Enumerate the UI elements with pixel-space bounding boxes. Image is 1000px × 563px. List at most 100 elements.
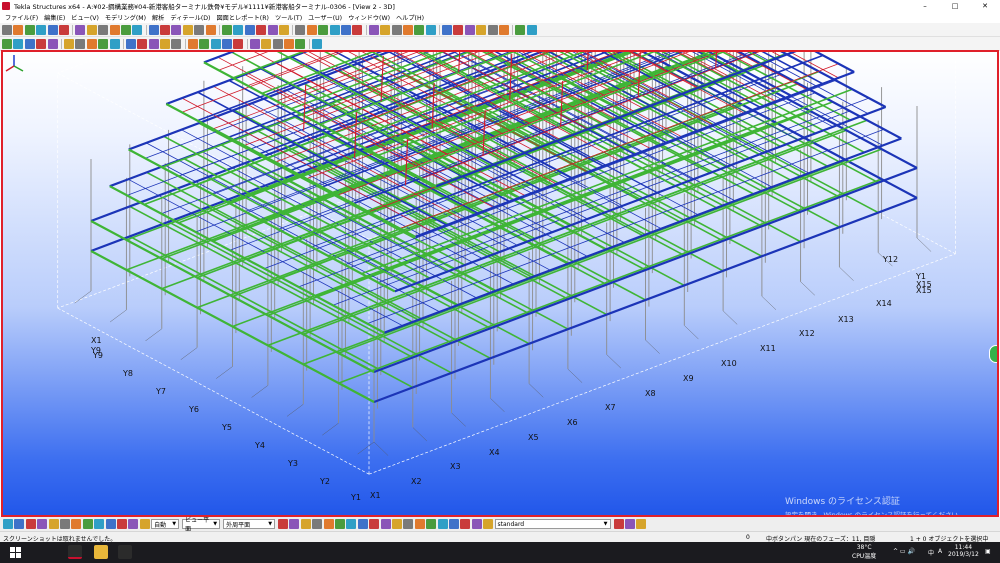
modeling-tool-icon-26[interactable]	[311, 38, 322, 49]
modeling-tool-icon-8[interactable]	[86, 38, 97, 49]
main-tool-icon-18[interactable]	[205, 24, 216, 35]
select-tool-icon-13[interactable]	[139, 519, 150, 529]
menu-window[interactable]: ウィンドウ(W)	[345, 13, 393, 22]
select-tool-icon-12[interactable]	[128, 519, 139, 529]
main-tool-icon-43[interactable]	[515, 24, 526, 35]
modeling-tool-icon-7[interactable]	[75, 38, 86, 49]
main-tool-icon-17[interactable]	[194, 24, 205, 35]
select-tool-icon-10[interactable]	[105, 519, 116, 529]
notification-icon[interactable]: ▣	[985, 548, 991, 555]
modeling-tool-icon-2[interactable]	[13, 38, 24, 49]
snap-tool-icon-1[interactable]	[278, 519, 289, 529]
snap-tool-icon-13[interactable]	[414, 519, 425, 529]
select-tool-icon-5[interactable]	[48, 519, 59, 529]
menu-help[interactable]: ヘルプ(H)	[393, 13, 427, 22]
main-tool-icon-32[interactable]	[380, 24, 391, 35]
main-tool-icon-42[interactable]	[499, 24, 510, 35]
main-tool-icon-1[interactable]	[2, 24, 12, 35]
filter-select[interactable]: standard ▼	[494, 519, 611, 529]
main-tool-icon-31[interactable]	[368, 24, 379, 35]
main-tool-icon-3[interactable]	[24, 24, 35, 35]
main-tool-icon-25[interactable]	[295, 24, 306, 35]
snap-tool-icon-8[interactable]	[357, 519, 368, 529]
modeling-tool-icon-11[interactable]	[125, 38, 136, 49]
side-panel-handle[interactable]	[989, 345, 997, 363]
file-explorer-icon[interactable]	[94, 545, 108, 559]
tekla-taskbar-icon[interactable]	[68, 545, 82, 559]
snap-tool-icon-16[interactable]	[448, 519, 459, 529]
menu-file[interactable]: ファイル(F)	[2, 13, 41, 22]
modeling-tool-icon-4[interactable]	[36, 38, 47, 49]
modeling-tool-icon-9[interactable]	[98, 38, 109, 49]
select-tool-icon-3[interactable]	[25, 519, 36, 529]
select-tool-icon-4[interactable]	[37, 519, 48, 529]
modeling-tool-icon-14[interactable]	[160, 38, 171, 49]
close-button[interactable]: ✕	[970, 0, 1000, 11]
main-tool-icon-20[interactable]	[233, 24, 244, 35]
snap-tool-icon-12[interactable]	[403, 519, 414, 529]
snap-tool-icon-5[interactable]	[323, 519, 334, 529]
main-tool-icon-44[interactable]	[526, 24, 537, 35]
modeling-tool-icon-22[interactable]	[261, 38, 272, 49]
main-tool-icon-35[interactable]	[414, 24, 425, 35]
snap-tool-icon-14[interactable]	[426, 519, 437, 529]
ime-mode-indicator[interactable]: 中	[928, 548, 934, 557]
main-tool-icon-34[interactable]	[402, 24, 413, 35]
main-tool-icon-24[interactable]	[278, 24, 289, 35]
main-tool-icon-15[interactable]	[171, 24, 182, 35]
filter-tool-icon-3[interactable]	[636, 519, 647, 529]
main-tool-icon-4[interactable]	[36, 24, 47, 35]
modeling-tool-icon-3[interactable]	[24, 38, 35, 49]
main-tool-icon-11[interactable]	[120, 24, 131, 35]
main-tool-icon-7[interactable]	[75, 24, 86, 35]
snap-tool-icon-19[interactable]	[483, 519, 494, 529]
main-tool-icon-30[interactable]	[352, 24, 363, 35]
main-tool-icon-23[interactable]	[267, 24, 278, 35]
main-tool-icon-40[interactable]	[476, 24, 487, 35]
view-plane-select[interactable]: ビュー平面 ▼	[182, 517, 221, 533]
maximize-button[interactable]: □	[940, 0, 970, 11]
select-tool-icon-11[interactable]	[116, 519, 127, 529]
main-tool-icon-36[interactable]	[425, 24, 436, 35]
main-tool-icon-5[interactable]	[47, 24, 58, 35]
main-tool-icon-37[interactable]	[442, 24, 453, 35]
windows-start-icon[interactable]	[10, 547, 21, 558]
ime-alpha-indicator[interactable]: A	[938, 548, 942, 555]
select-tool-icon-9[interactable]	[94, 519, 105, 529]
main-tool-icon-33[interactable]	[391, 24, 402, 35]
snap-tool-icon-9[interactable]	[369, 519, 380, 529]
snap-tool-icon-11[interactable]	[391, 519, 402, 529]
menu-detailing[interactable]: ディテール(D)	[167, 13, 213, 22]
main-tool-icon-6[interactable]	[58, 24, 69, 35]
modeling-tool-icon-12[interactable]	[137, 38, 148, 49]
view-3d-viewport[interactable]: X1 Y9 Y1 X15 Y12 X1 X2 X3 X4 X5 X6 X7 X8…	[1, 50, 999, 517]
modeling-tool-icon-18[interactable]	[210, 38, 221, 49]
select-tool-icon-7[interactable]	[71, 519, 82, 529]
main-tool-icon-13[interactable]	[148, 24, 159, 35]
snap-tool-icon-3[interactable]	[300, 519, 311, 529]
select-tool-icon-1[interactable]	[3, 519, 13, 529]
main-tool-icon-9[interactable]	[98, 24, 109, 35]
modeling-tool-icon-24[interactable]	[283, 38, 294, 49]
filter-tool-icon-1[interactable]	[613, 519, 624, 529]
snap-tool-icon-7[interactable]	[346, 519, 357, 529]
menu-view[interactable]: ビュー(V)	[68, 13, 102, 22]
main-tool-icon-16[interactable]	[182, 24, 193, 35]
modeling-tool-icon-25[interactable]	[295, 38, 306, 49]
modeling-tool-icon-10[interactable]	[109, 38, 120, 49]
outer-plane-select[interactable]: 外周平面 ▼	[223, 519, 276, 529]
main-tool-icon-26[interactable]	[306, 24, 317, 35]
snap-tool-icon-2[interactable]	[289, 519, 300, 529]
main-tool-icon-28[interactable]	[329, 24, 340, 35]
modeling-tool-icon-17[interactable]	[199, 38, 210, 49]
menu-modeling[interactable]: モデリング(M)	[102, 13, 149, 22]
main-tool-icon-39[interactable]	[464, 24, 475, 35]
modeling-tool-icon-6[interactable]	[63, 38, 74, 49]
select-tool-icon-2[interactable]	[14, 519, 25, 529]
modeling-tool-icon-5[interactable]	[47, 38, 58, 49]
snap-tool-icon-4[interactable]	[312, 519, 323, 529]
modeling-tool-icon-15[interactable]	[171, 38, 182, 49]
clock[interactable]: 11:44 2019/3/12	[948, 544, 979, 558]
filter-tool-icon-2[interactable]	[624, 519, 635, 529]
modeling-tool-icon-19[interactable]	[222, 38, 233, 49]
